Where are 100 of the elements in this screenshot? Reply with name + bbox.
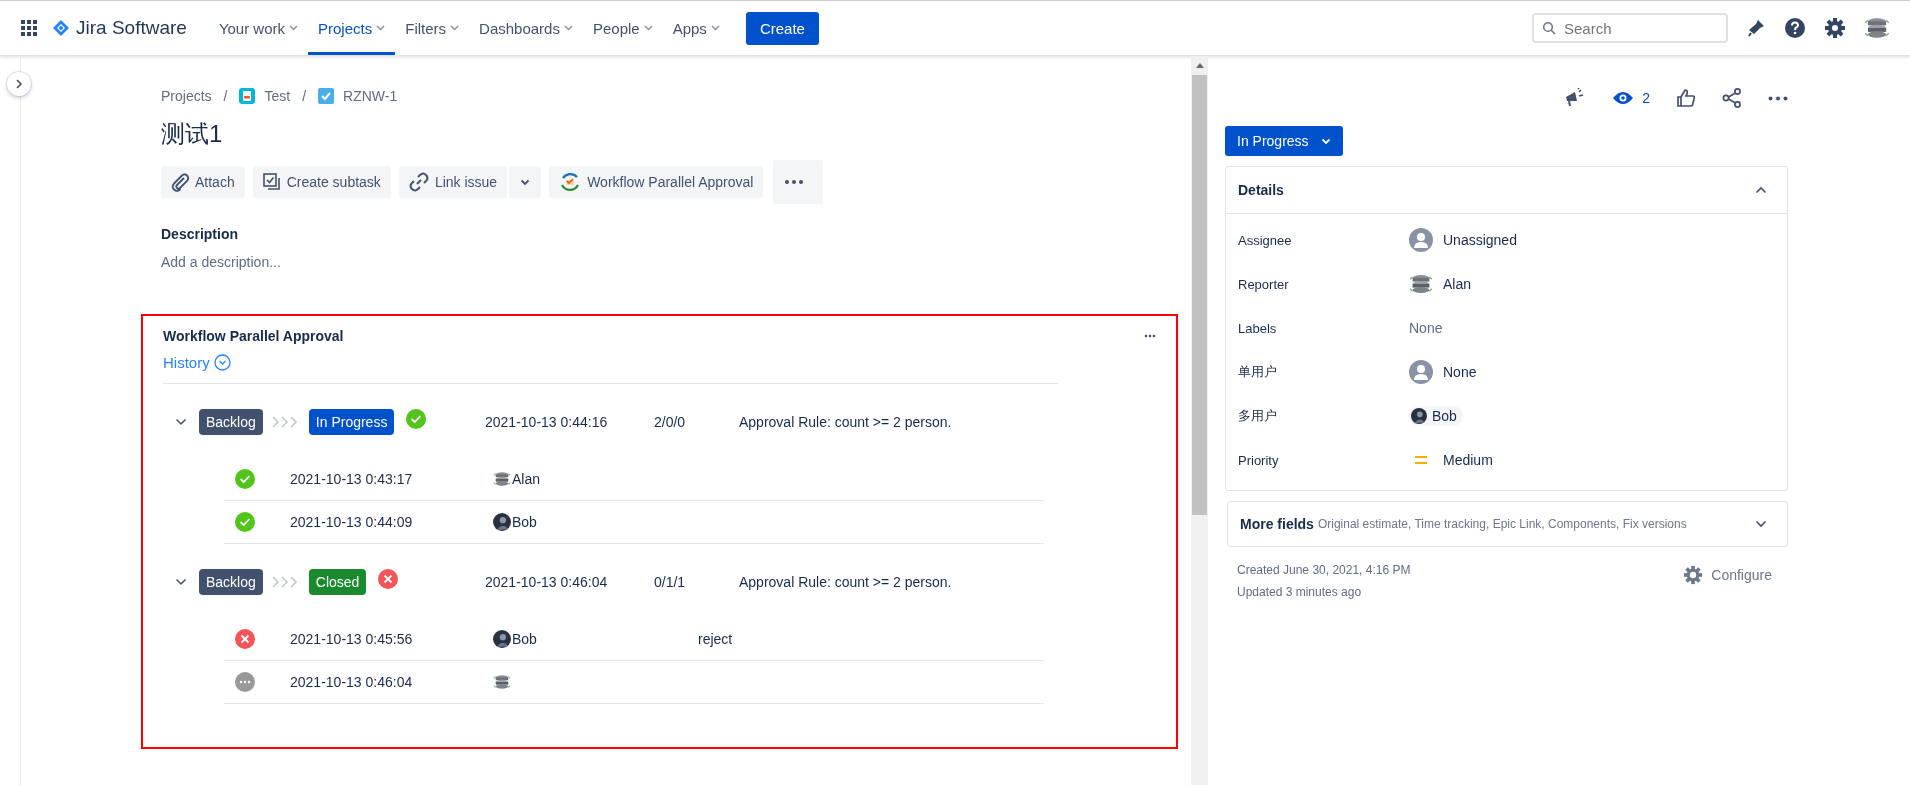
field-label: Priority <box>1238 452 1280 468</box>
updated-date: Updated 3 minutes ago <box>1237 585 1363 599</box>
caret-icon <box>376 25 386 31</box>
caret-icon <box>563 25 573 31</box>
field-label: 多用户 <box>1238 407 1278 425</box>
project-icon <box>239 88 256 104</box>
approval-counts: 2/0/0 <box>654 414 687 430</box>
issue-title[interactable]: 测试1 <box>161 118 1191 150</box>
eye-icon[interactable] <box>1612 90 1635 106</box>
field-label: Assignee <box>1238 232 1293 248</box>
avatar-icon <box>493 513 511 531</box>
server-avatar-icon <box>493 470 511 488</box>
more-fields-title: More fields <box>1240 516 1314 532</box>
nav-tab[interactable]: Dashboards <box>469 1 583 55</box>
chevron-icon <box>15 79 23 89</box>
person-icon <box>1409 228 1433 252</box>
breadcrumb-link[interactable]: Projects <box>161 88 212 104</box>
approval-logo-icon <box>559 171 582 193</box>
settings-icon[interactable] <box>1824 17 1846 39</box>
description-label: Description <box>161 226 239 242</box>
approval-counts: 0/1/1 <box>654 574 687 590</box>
field-label: Labels <box>1238 320 1278 336</box>
chevron-icon[interactable] <box>175 578 187 586</box>
subtask-icon <box>262 173 281 191</box>
user-chip[interactable]: Bob <box>1409 406 1463 426</box>
status-dropdown-button[interactable]: In Progress <box>1225 126 1343 156</box>
create-subtask-button[interactable]: Create subtask <box>252 166 391 198</box>
details-title: Details <box>1238 182 1284 198</box>
status-badge: In Progress <box>308 409 395 435</box>
status-badge: Backlog <box>199 409 263 435</box>
more-icon[interactable] <box>1144 334 1156 338</box>
nav-tab[interactable]: Projects <box>308 1 396 55</box>
caret-icon <box>710 25 720 31</box>
entry-time: 2021-10-13 0:46:04 <box>290 674 414 690</box>
more-fields-card[interactable]: More fields Original estimate, Time tracking, Epic Link, Components, Fix versions <box>1227 501 1788 547</box>
chevron-icon <box>213 354 231 371</box>
app-grid-icon[interactable] <box>20 19 38 37</box>
scrollbar-thumb[interactable] <box>1192 75 1207 515</box>
caret-icon <box>643 25 653 31</box>
nav-tab[interactable]: Your work <box>208 1 309 55</box>
breadcrumb-link[interactable]: Test <box>264 88 291 104</box>
panel-title: Workflow Parallel Approval <box>163 328 344 344</box>
entry-comment: reject <box>698 631 733 647</box>
chevron-icon[interactable] <box>1755 520 1767 528</box>
breadcrumb-separator: / <box>302 88 307 104</box>
field-value[interactable]: None <box>1409 320 1443 336</box>
entry-time: 2021-10-13 0:45:56 <box>290 631 414 647</box>
entry-time: 2021-10-13 0:43:17 <box>290 471 414 487</box>
search-field[interactable]: Search <box>1532 13 1728 43</box>
thumbs-up-icon[interactable] <box>1676 88 1696 108</box>
user-name: Bob <box>512 514 537 530</box>
help-icon[interactable] <box>1784 17 1806 39</box>
more-fields-hint: Original estimate, Time tracking, Epic Link, Components, Fix versions <box>1317 517 1687 531</box>
watcher-count[interactable]: 2 <box>1642 90 1650 106</box>
entry-time: 2021-10-13 0:44:09 <box>290 514 414 530</box>
field-label: Reporter <box>1238 276 1290 292</box>
person-icon <box>1409 360 1433 384</box>
breadcrumb-link[interactable]: RZNW-1 <box>343 88 398 104</box>
approval-time: 2021-10-13 0:46:04 <box>485 574 609 590</box>
approval-rule: Approval Rule: count >= 2 person. <box>739 414 952 430</box>
created-date: Created June 30, 2021, 4:16 PM <box>1237 563 1411 577</box>
server-avatar-icon <box>1864 15 1890 41</box>
user-name: Bob <box>512 631 537 647</box>
chevron-icon[interactable] <box>175 418 187 426</box>
configure-button[interactable]: Configure <box>1677 563 1778 587</box>
attach-button[interactable]: Attach <box>161 166 245 198</box>
scroll-up-icon[interactable] <box>1195 62 1204 68</box>
field-value[interactable]: Unassigned <box>1443 232 1517 248</box>
expand-sidebar-button[interactable] <box>7 72 31 96</box>
logo-icon <box>52 19 70 37</box>
avatar-icon <box>493 630 511 648</box>
field-value[interactable]: None <box>1443 364 1477 380</box>
workflow-approval-button[interactable]: Workflow Parallel Approval <box>549 166 764 198</box>
gear-icon <box>1683 565 1704 585</box>
link-issue-button[interactable]: Link issue <box>398 166 508 198</box>
status-badge: Backlog <box>199 569 263 595</box>
server-avatar-icon <box>1409 272 1433 296</box>
caret-icon <box>450 25 460 31</box>
approval-rule: Approval Rule: count >= 2 person. <box>739 574 952 590</box>
task-icon <box>318 88 335 104</box>
nav-tab[interactable]: People <box>582 1 663 55</box>
server-avatar-icon <box>493 673 511 691</box>
link-icon <box>408 172 429 192</box>
field-value[interactable]: Alan <box>1443 276 1472 292</box>
description-field[interactable]: Add a description... <box>161 254 1191 270</box>
status-badge: Closed <box>308 569 367 595</box>
paperclip-icon <box>171 172 189 192</box>
more-icon <box>785 180 804 184</box>
share-icon[interactable] <box>1722 88 1742 108</box>
caret-icon <box>520 178 531 186</box>
nav-tab[interactable]: Filters <box>395 1 470 55</box>
caret-icon <box>1320 137 1331 145</box>
history-toggle[interactable]: History <box>163 354 231 371</box>
caret-icon <box>289 25 299 31</box>
create-button[interactable]: Create <box>745 11 819 45</box>
field-value[interactable]: Medium <box>1443 452 1493 468</box>
chevron-icon[interactable] <box>1755 186 1767 194</box>
app-name[interactable]: Jira Software <box>76 17 187 39</box>
nav-tab[interactable]: Apps <box>662 1 730 55</box>
more-icon[interactable] <box>1768 95 1788 101</box>
